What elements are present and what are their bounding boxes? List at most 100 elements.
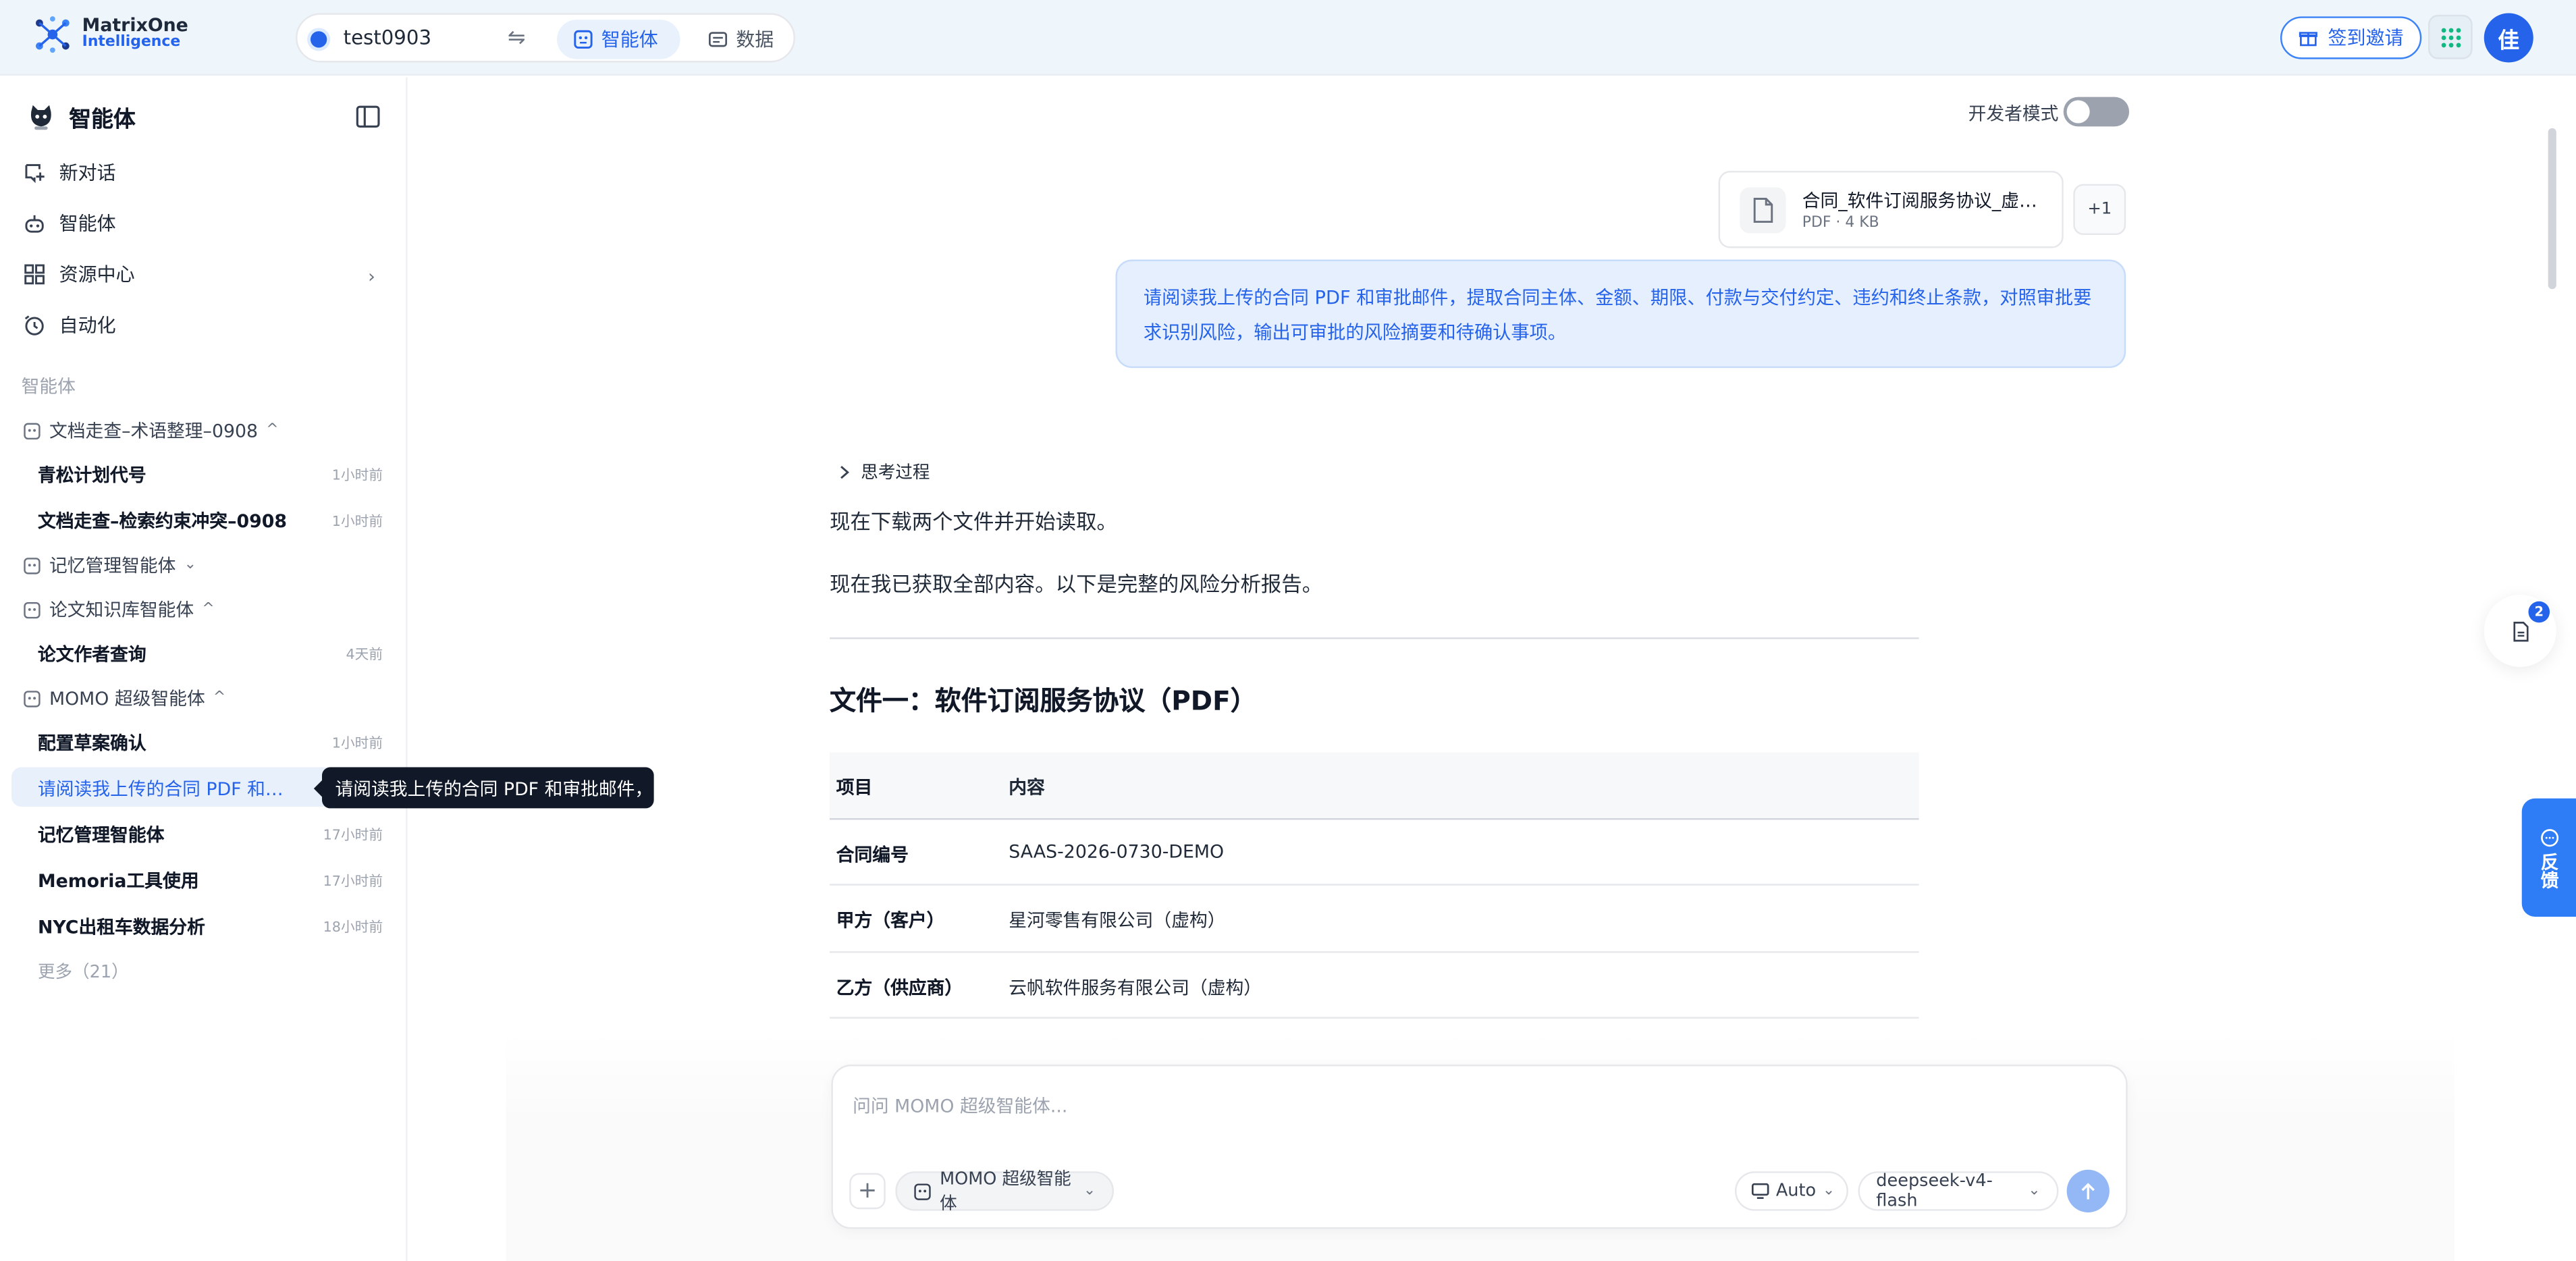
agent-selector-label: MOMO 超级智能体 <box>940 1169 1071 1214</box>
conversation-time: 1小时前 <box>331 468 383 485</box>
new-chat-icon <box>23 161 46 184</box>
document-icon <box>2511 620 2529 642</box>
conversation-item[interactable]: 记忆管理智能体 17小时前 <box>11 813 396 853</box>
table-row: 乙方（供应商） 云帆软件服务有限公司（虚构） <box>830 952 1919 1019</box>
table-header-cell: 项目 <box>836 777 873 799</box>
avatar[interactable]: 佳 <box>2484 13 2533 63</box>
conversation-item[interactable]: 配置草案确认 1小时前 <box>11 721 396 760</box>
main-scrollbar[interactable] <box>2548 128 2556 290</box>
mode-selector[interactable]: Auto ⌄ <box>1734 1171 1848 1211</box>
response-paragraph: 现在下载两个文件并开始读取。 <box>830 509 1117 534</box>
attachment-meta: PDF · 4 KB <box>1802 215 1879 232</box>
conversation-item[interactable]: 文档走查–检索约束冲突–0908 1小时前 <box>11 500 396 539</box>
conversation-time: 4天前 <box>346 647 383 664</box>
logo-line2: Intelligence <box>82 34 181 51</box>
sidebar-toggle-button[interactable] <box>355 103 381 130</box>
agent-small-icon <box>913 1182 932 1200</box>
send-button[interactable] <box>2066 1169 2110 1213</box>
data-icon <box>708 30 728 49</box>
sidebar: 智能体 新对话 智能体 资源中心 › 自动化 智能体 文档走查–术语整理–090… <box>0 77 408 1261</box>
arrow-up-icon <box>2080 1182 2096 1200</box>
dev-mode-toggle[interactable] <box>2063 97 2130 127</box>
response-paragraph: 现在我已获取全部内容。以下是完整的风险分析报告。 <box>830 571 1323 597</box>
conversation-title: Memoria工具使用 <box>37 870 199 892</box>
tab-agents[interactable]: 智能体 <box>557 20 680 59</box>
user-message-bubble: 请阅读我上传的合同 PDF 和审批邮件，提取合同主体、金额、期限、付款与交付约定… <box>1115 259 2126 369</box>
table-row: 合同编号 SAAS-2026-0730-DEMO <box>830 819 1919 886</box>
dev-mode-label: 开发者模式 <box>1968 103 2059 125</box>
sidebar-item-agents[interactable]: 智能体 <box>23 205 116 242</box>
agent-icon <box>573 30 593 49</box>
conversation-title: 配置草案确认 <box>37 732 146 755</box>
contract-table: 项目 内容 合同编号 SAAS-2026-0730-DEMO 甲方（客户） 星河… <box>830 752 1919 1019</box>
toggle-knob <box>2066 100 2090 124</box>
conversation-title: 记忆管理智能体 <box>37 824 165 847</box>
agent-group-label: 论文知识库智能体 <box>49 599 194 621</box>
agent-group-label: MOMO 超级智能体 <box>49 688 205 710</box>
add-attachment-button[interactable]: + <box>849 1173 886 1210</box>
more-attachments-button[interactable]: +1 <box>2073 184 2126 236</box>
chevron-up-icon: ^ <box>202 601 215 618</box>
logo-line1: MatrixOne <box>82 14 188 36</box>
file-icon <box>1740 187 1786 234</box>
agent-group-label: 记忆管理智能体 <box>49 555 176 577</box>
chevron-down-icon: ⌄ <box>2028 1183 2041 1200</box>
feedback-button[interactable]: 反馈 <box>2521 798 2576 917</box>
model-selector-label: deepseek-v4-flash <box>1876 1171 1993 1211</box>
sidebar-item-label: 自动化 <box>59 313 116 337</box>
apps-grid-button[interactable] <box>2428 14 2473 59</box>
sidebar-item-label: 资源中心 <box>59 263 135 286</box>
plus-icon: + <box>857 1177 878 1204</box>
sidebar-header: 智能体 <box>26 100 136 133</box>
agent-group[interactable]: 记忆管理智能体 ⌄ <box>23 552 196 579</box>
divider <box>830 637 1919 639</box>
conversation-time: 1小时前 <box>331 736 383 753</box>
conversation-title: 文档走查–检索约束冲突–0908 <box>37 510 287 533</box>
workspace-name[interactable]: test0903 <box>344 26 431 49</box>
model-selector[interactable]: deepseek-v4-flash ⌄ <box>1858 1171 2059 1211</box>
more-conversations-link[interactable]: 更多（21） <box>38 959 129 984</box>
agent-small-icon <box>23 689 41 707</box>
document-count-badge: 2 <box>2528 601 2550 623</box>
invite-button[interactable]: 签到邀请 <box>2280 16 2422 59</box>
sidebar-item-automation[interactable]: 自动化 <box>23 307 116 344</box>
chat-input[interactable]: 问问 MOMO 超级智能体... <box>853 1092 1067 1119</box>
table-cell: 乙方（供应商） <box>836 976 963 998</box>
sidebar-title: 智能体 <box>69 107 136 134</box>
conversation-time: 17小时前 <box>323 874 383 891</box>
chevron-right-icon[interactable]: › <box>368 266 375 288</box>
conversation-item[interactable]: 论文作者查询 4天前 <box>11 633 396 672</box>
chevron-down-icon: ⌄ <box>1083 1183 1096 1200</box>
tab-data[interactable]: 数据 <box>692 20 790 59</box>
apps-grid-icon <box>2439 26 2462 49</box>
thinking-process-toggle[interactable]: 思考过程 <box>838 460 930 485</box>
agent-group[interactable]: 文档走查–术语整理–0908 ^ <box>23 417 279 444</box>
conversation-title: 请阅读我上传的合同 PDF 和审批邮件， <box>37 778 301 801</box>
sidebar-item-label: 新对话 <box>59 161 116 184</box>
conversation-title: NYC出租车数据分析 <box>37 917 205 938</box>
agent-group[interactable]: MOMO 超级智能体 ^ <box>23 685 225 712</box>
attachment-name: 合同_软件订阅服务协议_虚构.pdf <box>1802 190 2049 212</box>
chevron-down-icon: ⌄ <box>1822 1183 1835 1200</box>
conversation-title: 论文作者查询 <box>37 644 146 666</box>
tab-agents-label: 智能体 <box>601 28 658 51</box>
alarm-clock-icon <box>23 314 46 337</box>
logo[interactable]: MatrixOne Intelligence <box>33 15 188 54</box>
sidebar-item-new-chat[interactable]: 新对话 <box>23 155 116 191</box>
attachment-card[interactable]: 合同_软件订阅服务协议_虚构.pdf PDF · 4 KB <box>1718 171 2064 248</box>
agent-selector[interactable]: MOMO 超级智能体 ⌄ <box>895 1170 1115 1214</box>
grid-icon <box>23 263 46 286</box>
monitor-icon <box>1751 1183 1769 1199</box>
sidebar-item-label: 智能体 <box>59 211 116 236</box>
table-cell: 合同编号 <box>836 843 909 865</box>
sidebar-item-resources[interactable]: 资源中心 <box>23 257 135 293</box>
agent-small-icon <box>23 601 41 619</box>
agent-group[interactable]: 论文知识库智能体 ^ <box>23 596 215 622</box>
swap-icon[interactable]: ⇋ <box>508 26 526 51</box>
conversation-item[interactable]: 青松计划代号 1小时前 <box>11 454 396 493</box>
conversation-item[interactable]: NYC出租车数据分析 18小时前 <box>11 905 396 944</box>
top-bar: MatrixOne Intelligence test0903 ⇋ 智能体 数据 <box>0 0 2576 76</box>
chevron-right-icon <box>838 465 851 480</box>
conversation-item[interactable]: Memoria工具使用 17小时前 <box>11 859 396 898</box>
agent-small-icon <box>23 556 41 574</box>
